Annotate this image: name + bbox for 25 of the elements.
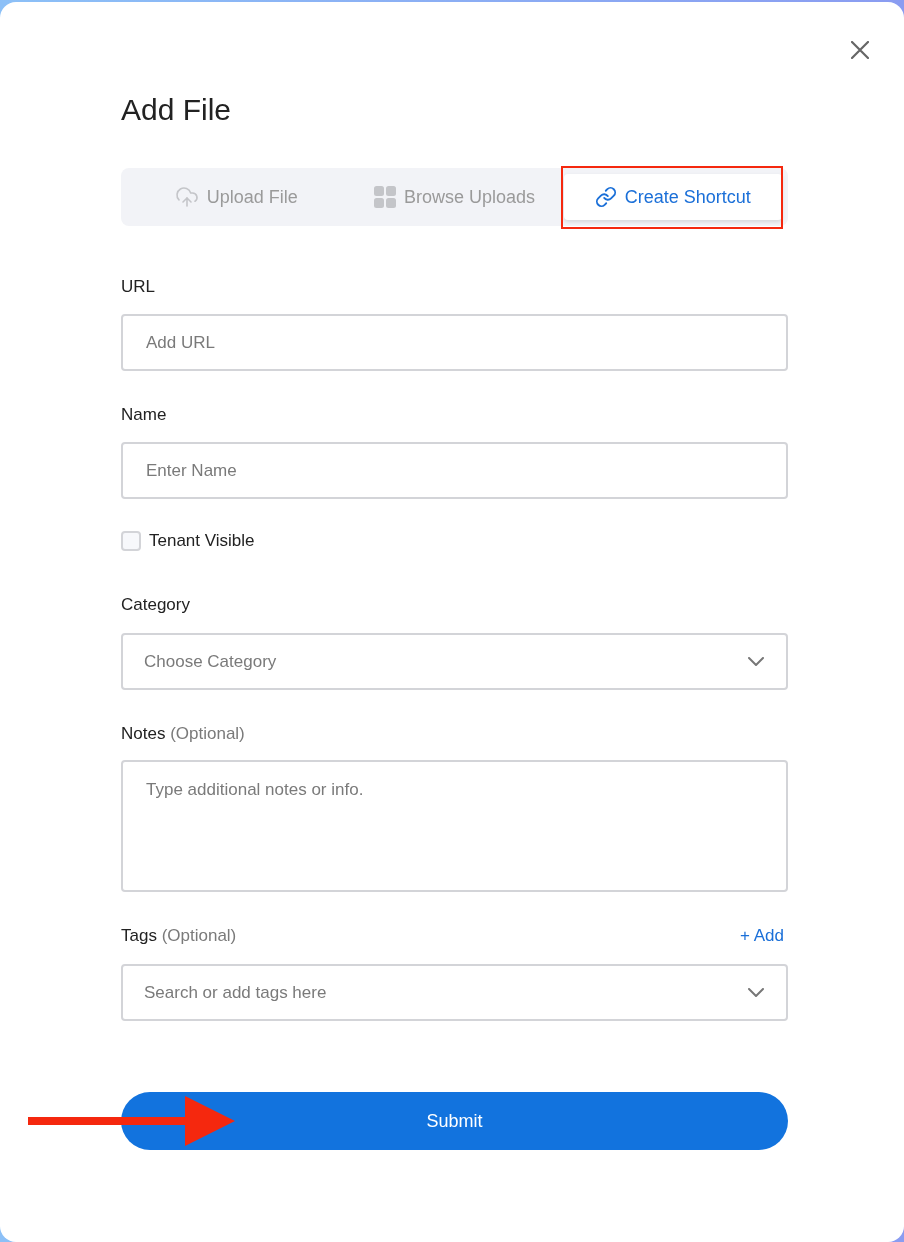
link-icon <box>594 186 617 208</box>
field-label: Tags (Optional) <box>121 925 237 947</box>
tab[interactable]: Upload File <box>127 174 346 220</box>
dropdown-field[interactable]: Choose Category <box>121 633 788 690</box>
chevron-down-icon <box>748 657 764 666</box>
tab[interactable]: Browse Uploads <box>345 174 564 220</box>
checkbox-label: Tenant Visible <box>149 530 255 552</box>
add-tag-link[interactable]: + Add <box>740 924 784 948</box>
checkbox[interactable] <box>121 531 141 551</box>
field-label: Notes (Optional) <box>121 723 246 745</box>
field-label: Name <box>121 404 167 426</box>
dropdown-field[interactable]: Search or add tags here <box>121 964 788 1021</box>
grid-icon <box>373 186 396 208</box>
cloud-upload-icon <box>174 185 199 209</box>
submit-button[interactable]: Submit <box>121 1092 788 1150</box>
input-field[interactable]: Enter Name <box>121 442 788 499</box>
chevron-down-icon <box>748 988 764 997</box>
field-label: URL <box>121 276 155 298</box>
textarea-field[interactable]: Type additional notes or info. <box>121 760 788 892</box>
close-icon <box>851 41 869 59</box>
field-label: Category <box>121 594 190 616</box>
tab[interactable]: Create Shortcut <box>563 174 782 220</box>
close-button[interactable] <box>851 41 869 59</box>
input-field[interactable]: Add URL <box>121 314 788 371</box>
dialog-title: Add File <box>121 92 233 128</box>
